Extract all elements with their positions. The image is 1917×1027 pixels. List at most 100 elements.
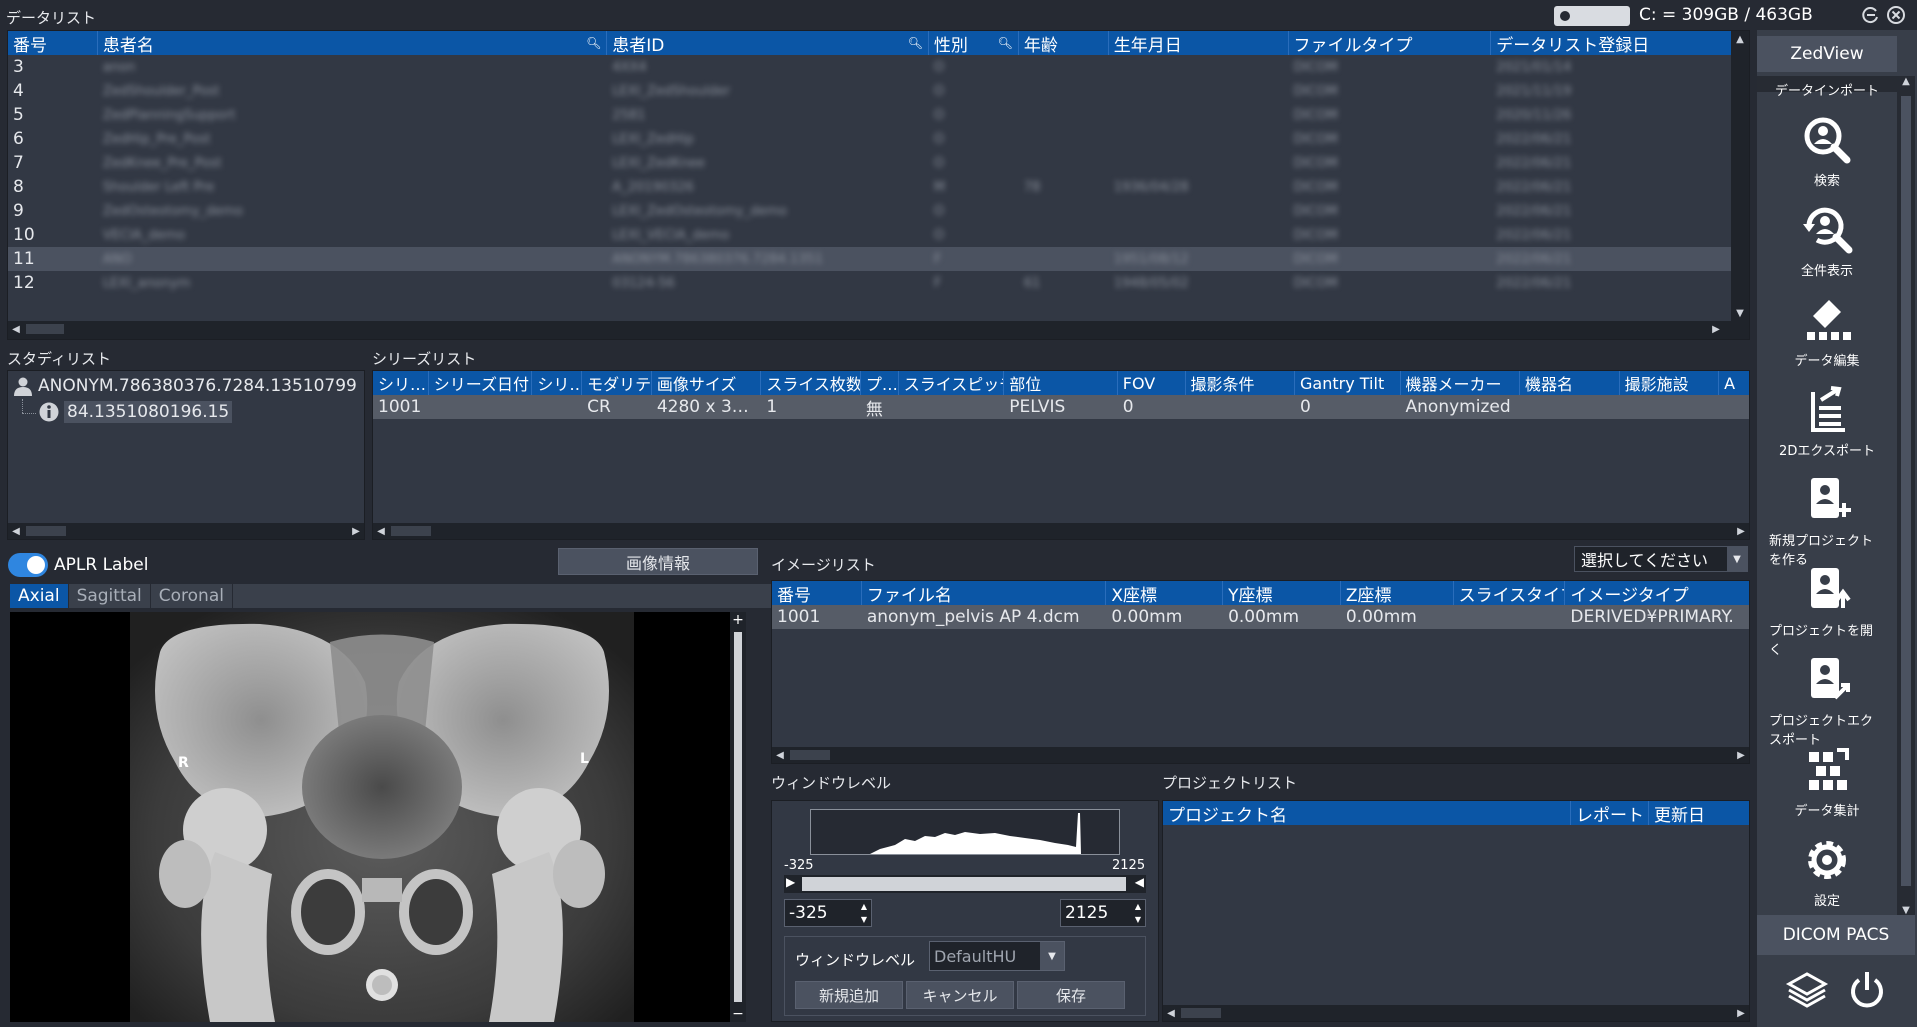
stepper-icon[interactable]: ▲ ▼ xyxy=(1131,900,1145,926)
add-button[interactable]: 新規追加 xyxy=(795,981,903,1009)
col-img-y[interactable]: Y座標 xyxy=(1223,581,1341,605)
table-row[interactable]: 8 Shoulder Left Pre A_20190326 M 78 1936/04/2… xyxy=(8,175,1731,199)
viewer-vscroll[interactable]: + − xyxy=(730,612,746,1022)
sidebar-app-title[interactable]: ZedView xyxy=(1757,36,1897,72)
cell-date: 2022/06/21 xyxy=(1496,203,1572,219)
window-range-slider[interactable]: ▶ ◀ xyxy=(784,875,1146,893)
sidebar-item-2d-export[interactable]: 2Dエクスポート xyxy=(1769,382,1885,459)
col-img-filename[interactable]: ファイル名 xyxy=(862,581,1107,605)
minimize-icon[interactable] xyxy=(1861,5,1881,25)
cell-type: DICOM xyxy=(1293,83,1338,99)
table-row[interactable]: 10 VECIA_demo LEXI_VECIA_demo O DICOM 2022/06… xyxy=(8,223,1731,247)
series-col[interactable]: スライス枚数 xyxy=(761,371,861,395)
tab-axial[interactable]: Axial xyxy=(10,584,69,608)
sidebar-item-aggregate[interactable]: データ集計 xyxy=(1769,742,1885,819)
study-child[interactable]: 84.1351080196.15 xyxy=(38,401,233,423)
col-age[interactable]: 年齢 xyxy=(1019,31,1109,55)
chevron-down-icon: ▼ xyxy=(1040,942,1064,970)
table-row[interactable]: 4 ZedShoulder_Post LEXI_ZedShoulder O DICOM 2… xyxy=(8,79,1731,103)
power-icon[interactable] xyxy=(1845,968,1889,1012)
col-filetype[interactable]: ファイルタイプ xyxy=(1289,31,1492,55)
cancel-button[interactable]: キャンセル xyxy=(906,981,1014,1009)
sidebar-item-edit-data[interactable]: データ編集 xyxy=(1769,292,1885,369)
col-img-z[interactable]: Z座標 xyxy=(1341,581,1454,605)
table-row[interactable]: 6 ZedHip_Pre_Post LEXI_ZedHip O DICOM 2022/06… xyxy=(8,127,1731,151)
col-img-x[interactable]: X座標 xyxy=(1106,581,1224,605)
sidebar-vscroll[interactable]: ▲ ▼ xyxy=(1897,76,1915,916)
table-row[interactable]: 9 ZedOsteotomy_demo LEXI_ZedOsteotomy_demo… xyxy=(8,199,1731,223)
datalist-table: 番号 患者名 🔍︎ 患者ID 🔍︎ 性別 🔍︎ 年齢 生年月日 ファイルタイプ データ… xyxy=(7,30,1750,340)
series-col[interactable]: 画像サイズ xyxy=(652,371,762,395)
col-img-imagetype[interactable]: イメージタイプ xyxy=(1565,581,1749,606)
search-icon[interactable]: 🔍︎ xyxy=(908,36,923,50)
study-root[interactable]: ANONYM.786380376.7284.13510799 xyxy=(12,375,357,397)
series-cell: 1001 xyxy=(378,397,422,417)
series-col[interactable]: 撮影条件 xyxy=(1186,371,1296,395)
sidebar-item-show-all[interactable]: 全件表示 xyxy=(1769,202,1885,279)
col-sex[interactable]: 性別 🔍︎ xyxy=(929,31,1019,55)
series-col[interactable]: 機器メーカー xyxy=(1401,371,1520,395)
aplr-toggle[interactable] xyxy=(8,553,48,577)
table-row[interactable]: 1001 CR 4280 x 3… 1 無 PELVIS 0 0 Anonymized xyxy=(373,395,1749,420)
series-col[interactable]: FOV xyxy=(1118,371,1186,395)
series-col[interactable]: スライスピッチ xyxy=(899,371,1005,395)
series-col[interactable]: シリーズ日付 xyxy=(429,371,533,395)
window-title: ウィンドウレベル xyxy=(771,774,892,792)
series-col[interactable]: 部位 xyxy=(1004,371,1118,395)
col-project-name[interactable]: プロジェクト名 xyxy=(1163,801,1571,825)
series-col[interactable]: 機器名 xyxy=(1520,371,1620,395)
imagelist-hscroll[interactable]: ◀ ▶ xyxy=(772,747,1749,763)
col-project-report[interactable]: レポート xyxy=(1571,801,1649,825)
table-row[interactable]: 1001 anonym_pelvis AP 4.dcm 0.00mm 0.00m… xyxy=(772,605,1749,629)
sidebar-item-open-project[interactable]: プロジェクトを開く xyxy=(1769,562,1885,658)
series-col[interactable]: モダリティ xyxy=(582,371,652,395)
layers-icon[interactable] xyxy=(1785,968,1829,1012)
col-patient-id[interactable]: 患者ID 🔍︎ xyxy=(607,31,929,55)
series-col[interactable]: Gantry Tilt xyxy=(1295,371,1401,395)
col-number[interactable]: 番号 xyxy=(8,31,98,55)
col-patient-name[interactable]: 患者名 🔍︎ xyxy=(98,31,608,55)
series-col[interactable]: 撮影施設 xyxy=(1620,371,1720,395)
tab-coronal[interactable]: Coronal xyxy=(150,584,233,608)
series-hscroll[interactable]: ◀ ▶ xyxy=(373,523,1749,539)
search-icon[interactable]: 🔍︎ xyxy=(586,36,601,50)
table-row[interactable]: 3 anon 4XX4 O DICOM 2021/01/14 xyxy=(8,55,1731,79)
col-project-updated[interactable]: 更新日 xyxy=(1649,801,1749,826)
sidebar-item-search[interactable]: 検索 xyxy=(1769,112,1885,189)
preset-select[interactable]: DefaultHU ▼ xyxy=(929,941,1065,971)
col-register-date[interactable]: データリスト登録日 xyxy=(1491,31,1731,56)
col-img-slicetype[interactable]: スライスタイプ xyxy=(1454,581,1566,605)
table-row[interactable]: 7 ZedKnee_Pre_Post LEXI_ZedKnee O DICOM 2022/… xyxy=(8,151,1731,175)
series-col[interactable]: A xyxy=(1719,371,1749,395)
imagelist-select[interactable]: 選択してください ▼ xyxy=(1574,546,1748,572)
search-icon[interactable]: 🔍︎ xyxy=(998,36,1013,50)
dicom-pacs-button[interactable]: DICOM PACS xyxy=(1757,915,1915,955)
series-col[interactable]: プ… xyxy=(861,371,899,395)
image-info-button[interactable]: 画像情報 xyxy=(558,548,758,575)
close-icon[interactable] xyxy=(1886,5,1906,25)
window-low-input[interactable]: -325 ▲ ▼ xyxy=(784,899,872,927)
table-row[interactable]: 12 LEXI_anonym 03124-56 F 61 1948/05/02 DICOM 2… xyxy=(8,271,1731,295)
datalist-hscroll[interactable]: ◀ ▶ xyxy=(8,321,1749,339)
sidebar-item-new-project[interactable]: 新規プロジェクトを作る xyxy=(1769,472,1885,568)
table-row[interactable]: 5 ZedPlanningSupport 2581 O DICOM 2020/11/26 xyxy=(8,103,1731,127)
col-img-number[interactable]: 番号 xyxy=(772,581,862,605)
sidebar-item-settings[interactable]: 設定 xyxy=(1769,832,1885,909)
tab-sagittal[interactable]: Sagittal xyxy=(68,584,151,608)
series-header: シリ…シリーズ日付シリ…モダリティ画像サイズスライス枚数プ…スライスピッチ部位F… xyxy=(373,371,1749,395)
image-viewport[interactable]: R L + − xyxy=(10,612,746,1022)
stepper-icon[interactable]: ▲ ▼ xyxy=(857,900,871,926)
search-icon xyxy=(1804,117,1851,164)
save-button[interactable]: 保存 xyxy=(1017,981,1125,1009)
cell-no: 10 xyxy=(13,225,35,245)
storage-indicator xyxy=(1554,6,1630,26)
series-col[interactable]: シリ… xyxy=(373,371,429,395)
project-hscroll[interactable]: ◀ ▶ xyxy=(1163,1005,1749,1021)
datalist-vscroll[interactable]: ▲ ▼ xyxy=(1731,31,1749,321)
sidebar-item-project-export[interactable]: プロジェクトエクスポート xyxy=(1769,652,1885,748)
study-hscroll[interactable]: ◀ ▶ xyxy=(8,523,364,539)
col-birthdate[interactable]: 生年月日 xyxy=(1109,31,1289,55)
window-high-input[interactable]: 2125 ▲ ▼ xyxy=(1060,899,1146,927)
table-row[interactable]: 11 ANO ANONYM.786380376.7284.1351 F 1951/08/… xyxy=(8,247,1731,271)
series-col[interactable]: シリ… xyxy=(532,371,583,395)
